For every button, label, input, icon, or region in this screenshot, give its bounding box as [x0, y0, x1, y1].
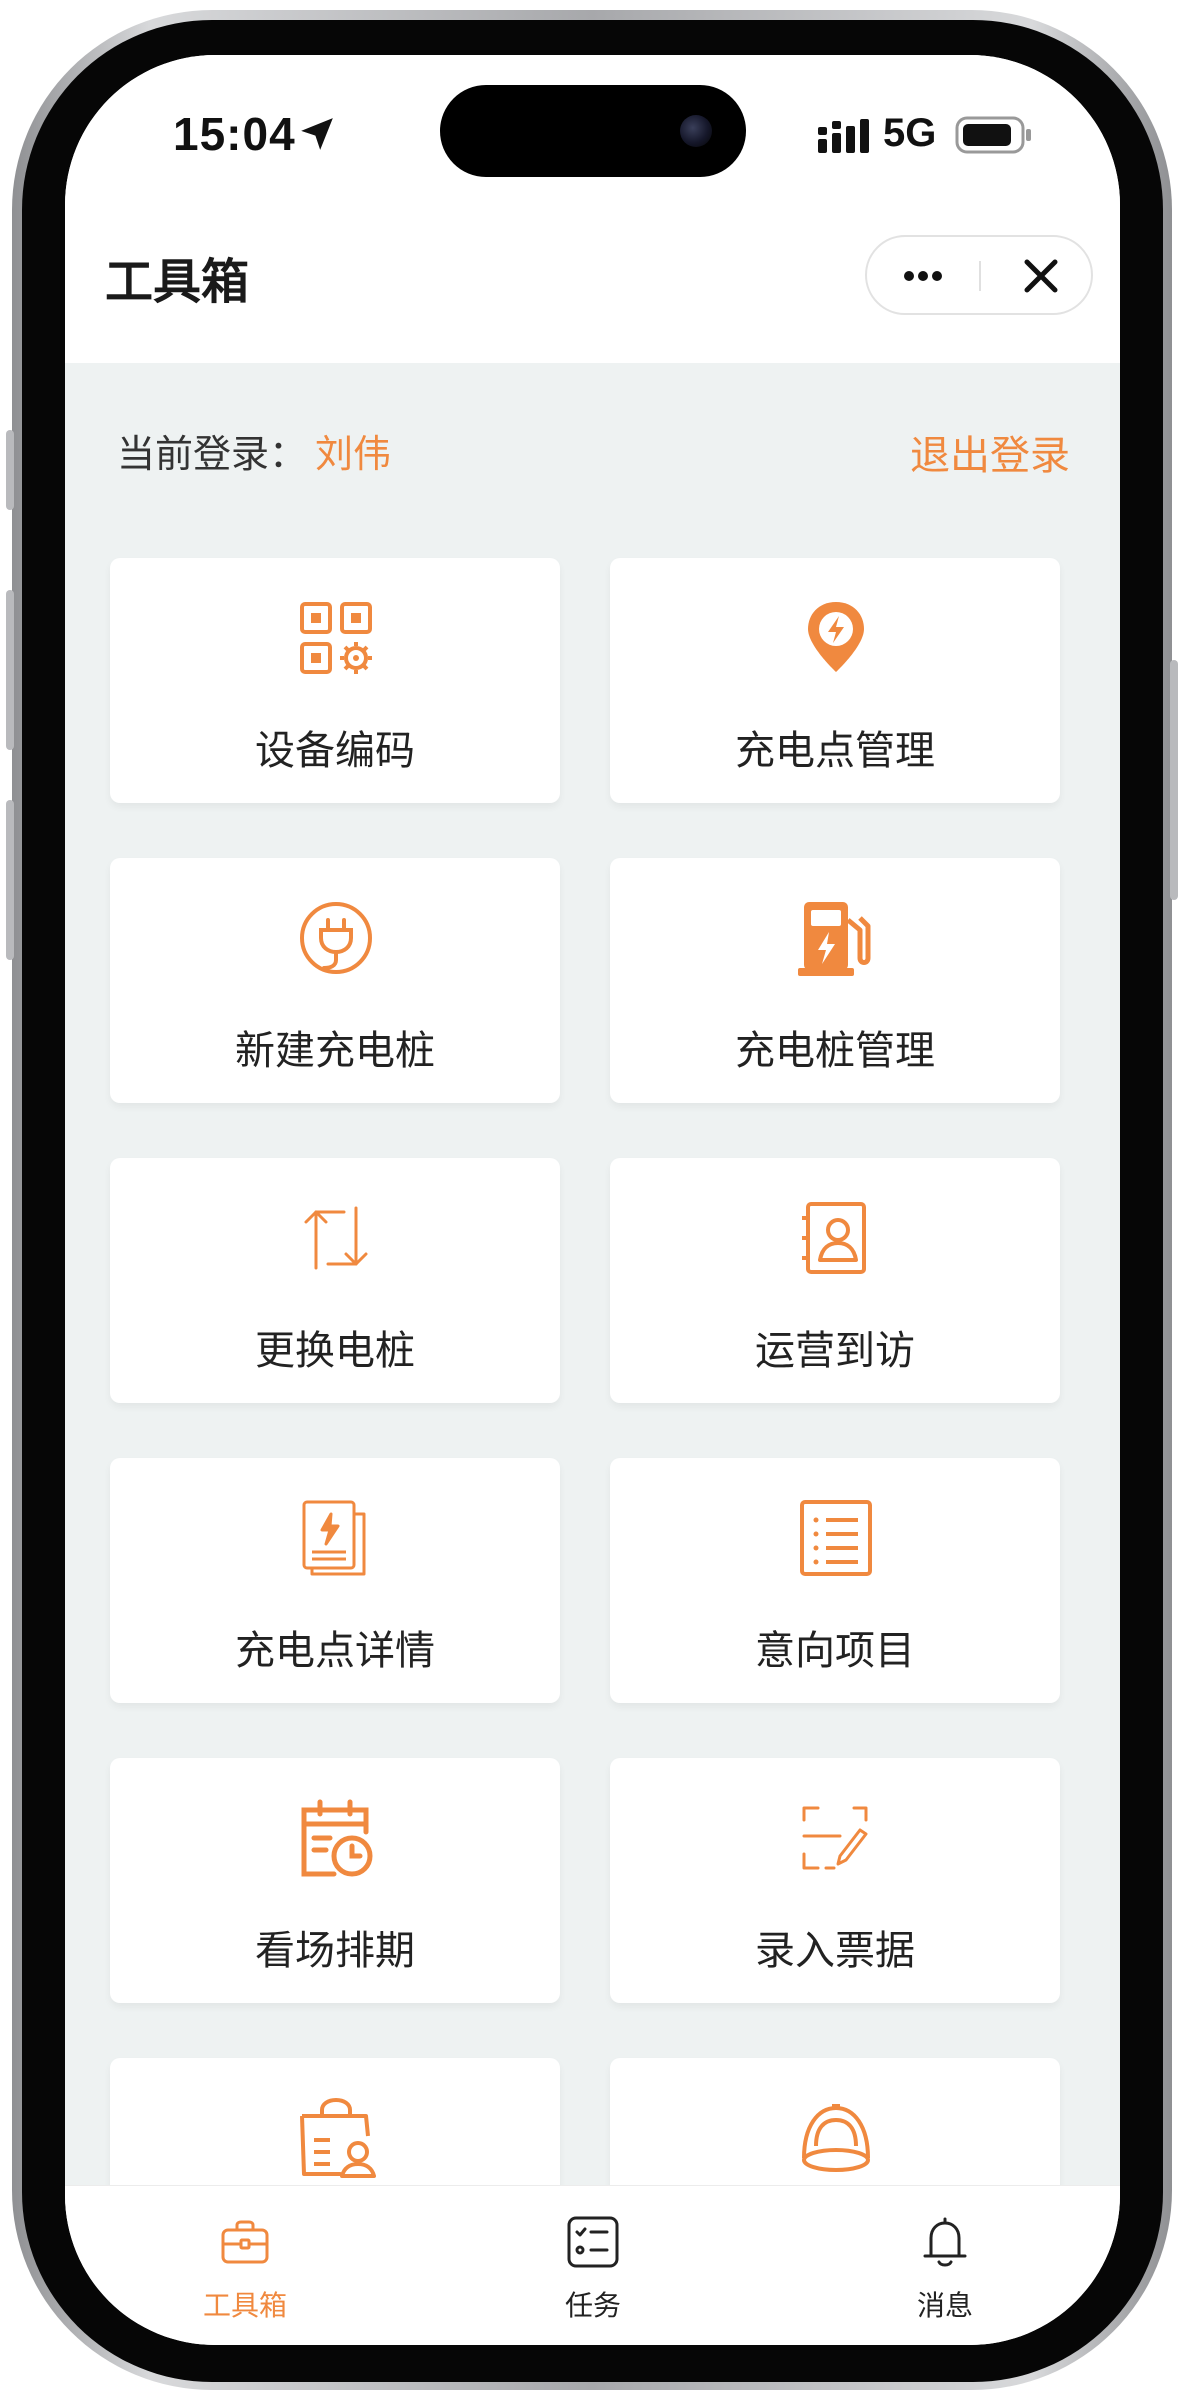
- dynamic-island: [440, 85, 746, 177]
- tool-card-replace-pile[interactable]: 更换电桩: [110, 1158, 560, 1403]
- tool-card-label: 运营到访: [755, 1328, 915, 1374]
- front-camera: [680, 115, 712, 147]
- tool-card-label: 更换电桩: [255, 1328, 415, 1374]
- fuel-pump-icon: [798, 902, 871, 976]
- network-type-label: 5G: [883, 111, 937, 155]
- nav-header: 工具箱: [65, 205, 1120, 363]
- tool-card-label: 看场排期: [255, 1928, 415, 1974]
- phone-action-button: [6, 430, 14, 510]
- page-title: 工具箱: [105, 254, 250, 310]
- charging-document-icon: [302, 1500, 366, 1576]
- tool-card-label: 充电点详情: [235, 1628, 435, 1674]
- tool-card-site-schedule[interactable]: 看场排期: [110, 1758, 560, 2003]
- bottom-tab-bar: 工具箱 任务 消息: [65, 2185, 1120, 2345]
- tool-card-charging-point-details[interactable]: 充电点详情: [110, 1458, 560, 1703]
- miniprogram-capsule: [865, 235, 1093, 315]
- tab-label: 消息: [916, 2289, 973, 2322]
- phone-volume-up-button: [6, 590, 14, 750]
- status-time: 15:04: [173, 108, 296, 160]
- more-options-icon[interactable]: [883, 247, 963, 305]
- list-document-icon: [800, 1500, 872, 1576]
- tab-label: 工具箱: [202, 2289, 287, 2322]
- tool-card-charging-pile-management[interactable]: 充电桩管理: [610, 858, 1060, 1103]
- toolbox-content: 当前登录： 刘伟 退出登录 设备编码 充电点管理 新建充电桩 充电桩管理 更换电…: [65, 363, 1120, 2185]
- tool-card-label: 充电点管理: [735, 728, 935, 774]
- swap-arrows-icon: [304, 1206, 368, 1270]
- tool-card-intention-project[interactable]: 意向项目: [610, 1458, 1060, 1703]
- tool-card-charging-point-management[interactable]: 充电点管理: [610, 558, 1060, 803]
- tool-card-enter-receipt[interactable]: 录入票据: [610, 1758, 1060, 2003]
- current-login-prefix: 当前登录：: [117, 432, 308, 476]
- current-login-user: 刘伟: [315, 432, 392, 476]
- shopping-bag-user-icon: [300, 2098, 376, 2178]
- toolbox-icon: [221, 2220, 269, 2264]
- tool-card-operation-visit[interactable]: 运营到访: [610, 1158, 1060, 1403]
- location-arrow-icon: [301, 118, 333, 150]
- logout-button[interactable]: 退出登录: [910, 423, 1070, 481]
- tab-toolbox[interactable]: 工具箱: [165, 2206, 325, 2326]
- helmet-icon: [802, 2104, 870, 2172]
- schedule-clock-icon: [301, 1799, 373, 1877]
- plug-circle-icon: [300, 902, 372, 974]
- tool-card-device-code[interactable]: 设备编码: [110, 558, 560, 803]
- battery-icon: [955, 116, 1031, 154]
- capsule-divider: [979, 261, 981, 291]
- status-bar: 15:04 5G: [65, 55, 1120, 205]
- phone-power-button: [1170, 660, 1178, 900]
- close-icon[interactable]: [997, 247, 1077, 305]
- tool-card-label: 意向项目: [755, 1628, 915, 1674]
- task-list-icon: [567, 2216, 619, 2268]
- tool-card-helmet[interactable]: [610, 2058, 1060, 2185]
- cellular-signal-icon: [818, 119, 869, 153]
- current-login-info: 当前登录： 刘伟: [117, 423, 391, 478]
- tool-card-label: 充电桩管理: [735, 1028, 935, 1074]
- charging-location-pin-icon: [808, 602, 864, 672]
- tab-tasks[interactable]: 任务: [513, 2206, 673, 2326]
- tool-card-shopping-user[interactable]: [110, 2058, 560, 2185]
- tool-card-new-charging-pile[interactable]: 新建充电桩: [110, 858, 560, 1103]
- tool-card-label: 新建充电桩: [235, 1028, 435, 1074]
- phone-screen: 15:04 5G 工具箱 当前登录： 刘伟 退出登录 设备编码 充电点管理 新建…: [65, 55, 1120, 2345]
- tab-messages[interactable]: 消息: [865, 2206, 1025, 2326]
- tool-card-label: 录入票据: [755, 1928, 915, 1974]
- qr-code-gear-icon: [300, 602, 372, 674]
- tool-card-label: 设备编码: [255, 728, 415, 774]
- bell-icon: [923, 2217, 967, 2267]
- phone-volume-down-button: [6, 800, 14, 960]
- contact-book-icon: [802, 1202, 866, 1274]
- scan-edit-icon: [802, 1806, 868, 1870]
- tab-label: 任务: [564, 2289, 621, 2322]
